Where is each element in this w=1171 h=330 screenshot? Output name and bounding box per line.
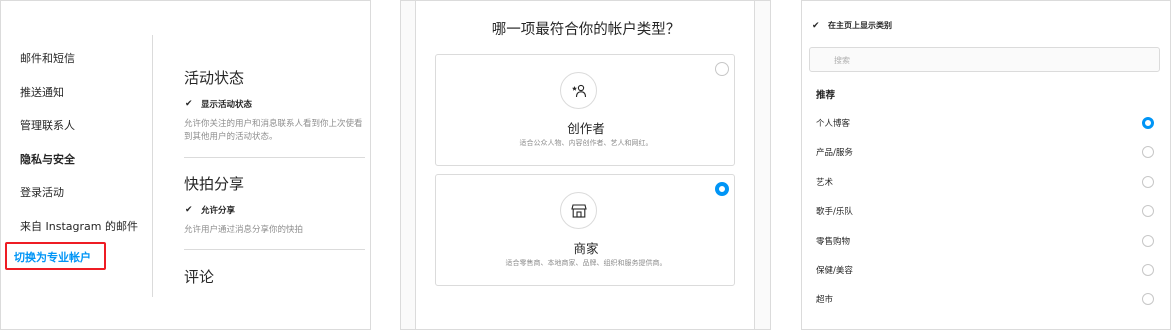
category-item[interactable]: 个人博客 [816, 117, 850, 129]
sidebar-item-emails-from-instagram[interactable]: 来自 Instagram 的邮件 [20, 218, 138, 234]
creator-description: 适合公众人物、内容创作者、艺人和网红。 [519, 139, 653, 147]
sidebar-divider [152, 35, 153, 297]
category-radio[interactable] [1142, 264, 1154, 276]
category-radio[interactable] [1142, 176, 1154, 188]
sidebar-item-email-sms[interactable]: 邮件和短信 [20, 50, 75, 66]
sidebar-item-privacy-security[interactable]: 隐私与安全 [20, 151, 75, 167]
story-sharing-title: 快拍分享 [184, 175, 245, 193]
option-creator[interactable]: 创作者 适合公众人物、内容创作者、艺人和网红。 [435, 54, 735, 166]
category-radio[interactable] [1142, 293, 1154, 305]
sidebar-item-login-activity[interactable]: 登录活动 [20, 184, 64, 200]
account-type-title: 哪一项最符合你的帐户类型？ [491, 22, 681, 38]
business-description: 适合零售商、本地商家、品牌、组织和服务提供商。 [505, 259, 667, 267]
checkmark-icon: ✔ [185, 99, 193, 109]
allow-sharing-label: 允许分享 [201, 206, 236, 216]
category-radio-selected[interactable] [1142, 117, 1154, 129]
show-category-checkbox[interactable]: ✔ 在主页上显示类别 [812, 20, 892, 31]
category-search-input[interactable]: 搜索 [809, 47, 1160, 72]
shop-icon [560, 192, 597, 229]
option-business[interactable]: 商家 适合零售商、本地商家、品牌、组织和服务提供商。 [435, 174, 735, 286]
show-activity-checkbox[interactable]: ✔ 显示活动状态 [185, 98, 252, 110]
category-item[interactable]: 零售购物 [816, 235, 850, 247]
category-item[interactable]: 保健/美容 [816, 264, 853, 276]
sidebar-item-switch-to-professional[interactable]: 切换为专业帐户 [14, 249, 91, 265]
section-divider [184, 157, 365, 158]
sidebar-item-push-notifications[interactable]: 推送通知 [20, 84, 64, 100]
account-type-panel: 哪一项最符合你的帐户类型？ 创作者 适合公众人物、内容创作者、艺人和网红。 商家… [400, 0, 771, 330]
account-type-card: 哪一项最符合你的帐户类型？ 创作者 适合公众人物、内容创作者、艺人和网红。 商家… [415, 1, 755, 329]
checkmark-icon: ✔ [185, 205, 193, 215]
category-item[interactable]: 艺术 [816, 176, 833, 188]
creator-label: 创作者 [567, 121, 605, 136]
category-radio[interactable] [1142, 205, 1154, 217]
category-radio[interactable] [1142, 235, 1154, 247]
business-label: 商家 [573, 241, 599, 256]
section-divider [184, 249, 365, 250]
comments-title: 评论 [184, 268, 215, 286]
search-placeholder: 搜索 [834, 56, 850, 65]
settings-sidebar: 邮件和短信 推送通知 管理联系人 隐私与安全 登录活动 来自 Instagram… [1, 1, 153, 329]
category-item[interactable]: 歌手/乐队 [816, 205, 853, 217]
category-item[interactable]: 产品/服务 [816, 146, 853, 158]
sidebar-item-manage-contacts[interactable]: 管理联系人 [20, 117, 75, 133]
show-activity-label: 显示活动状态 [201, 100, 253, 110]
activity-status-title: 活动状态 [184, 69, 245, 87]
business-radio[interactable] [715, 182, 729, 196]
creator-icon [560, 72, 597, 109]
allow-sharing-checkbox[interactable]: ✔ 允许分享 [185, 204, 235, 216]
category-radio[interactable] [1142, 146, 1154, 158]
activity-status-help: 允许你关注的用户和消息联系人看到你上次使看到其他用户的活动状态。 [184, 119, 363, 142]
suggested-title: 推荐 [816, 90, 836, 101]
show-category-label: 在主页上显示类别 [828, 21, 892, 30]
creator-radio[interactable] [715, 62, 729, 76]
category-item[interactable]: 超市 [816, 293, 833, 305]
category-panel: ✔ 在主页上显示类别 搜索 推荐 个人博客 产品/服务 艺术 歌手/乐队 零售购… [801, 0, 1171, 330]
checkmark-icon: ✔ [812, 20, 820, 31]
story-sharing-help: 允许用户通过消息分享你的快拍 [184, 225, 304, 235]
settings-panel: 邮件和短信 推送通知 管理联系人 隐私与安全 登录活动 来自 Instagram… [0, 0, 371, 330]
